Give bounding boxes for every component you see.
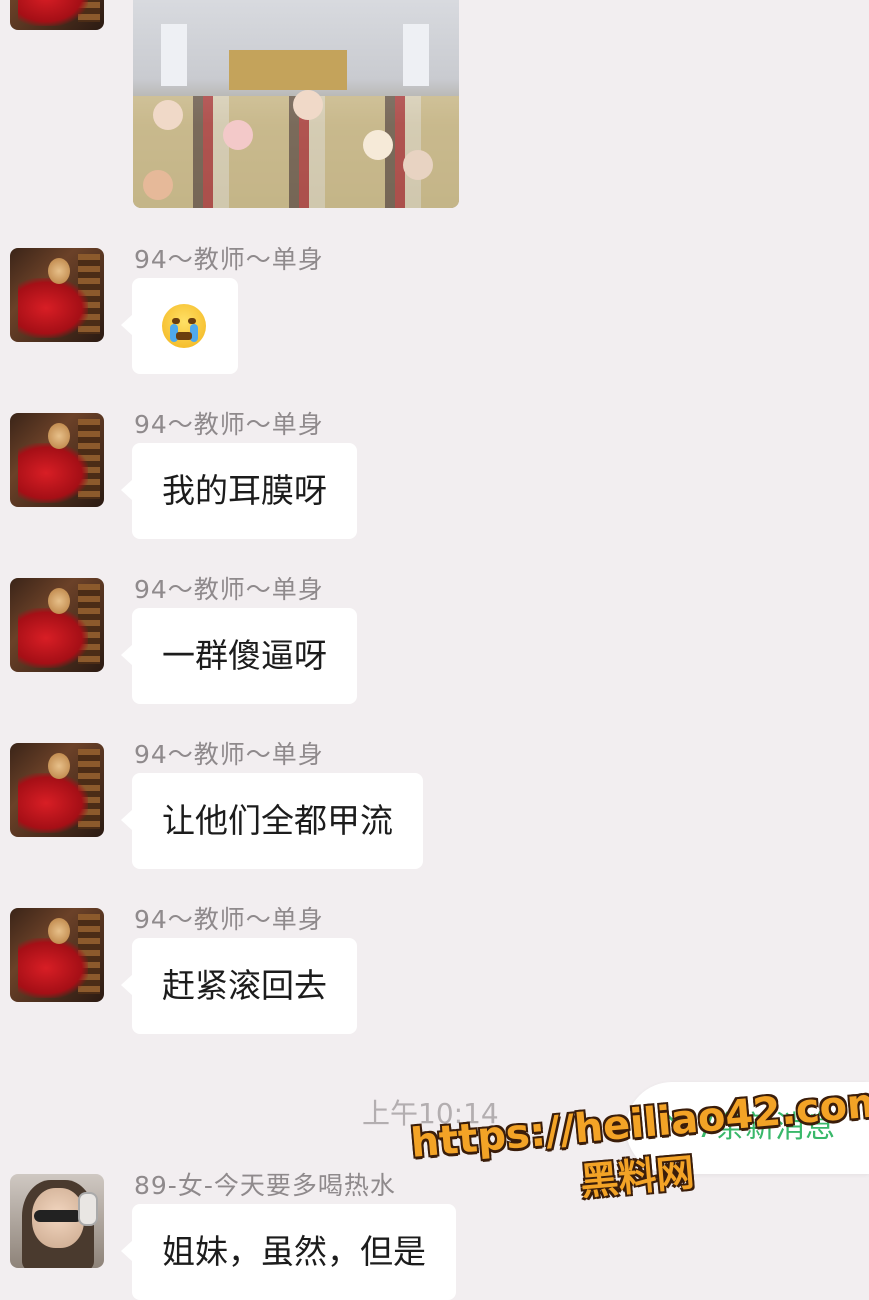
avatar-teacher[interactable] bbox=[10, 578, 104, 672]
message-bubble[interactable]: 让他们全都甲流 bbox=[121, 773, 423, 869]
avatar-teacher[interactable] bbox=[10, 413, 104, 507]
avatar-teacher[interactable] bbox=[10, 248, 104, 342]
message-bubble[interactable]: 赶紧滚回去 bbox=[121, 938, 357, 1034]
classroom-photo[interactable] bbox=[133, 0, 459, 208]
avatar-teacher[interactable] bbox=[10, 908, 104, 1002]
sender-name: 94～教师～单身 bbox=[134, 575, 324, 604]
watermark-site-name: 黑料网 bbox=[578, 1150, 697, 1204]
sender-name: 94～教师～单身 bbox=[134, 740, 324, 769]
sender-name: 94～教师～单身 bbox=[134, 245, 324, 274]
avatar-teacher[interactable] bbox=[10, 743, 104, 837]
sender-name: 94～教师～单身 bbox=[134, 905, 324, 934]
message-bubble[interactable] bbox=[121, 278, 238, 374]
avatar-user-89[interactable] bbox=[10, 1174, 104, 1268]
sender-name: 94～教师～单身 bbox=[134, 410, 324, 439]
message-bubble[interactable]: 我的耳膜呀 bbox=[121, 443, 357, 539]
message-bubble[interactable]: 一群傻逼呀 bbox=[121, 608, 357, 704]
crying-face-emoji bbox=[162, 304, 206, 348]
avatar-teacher[interactable] bbox=[10, 0, 104, 30]
sender-name: 89-女-今天要多喝热水 bbox=[134, 1171, 396, 1200]
message-bubble[interactable]: 姐妹，虽然，但是 bbox=[121, 1204, 456, 1300]
